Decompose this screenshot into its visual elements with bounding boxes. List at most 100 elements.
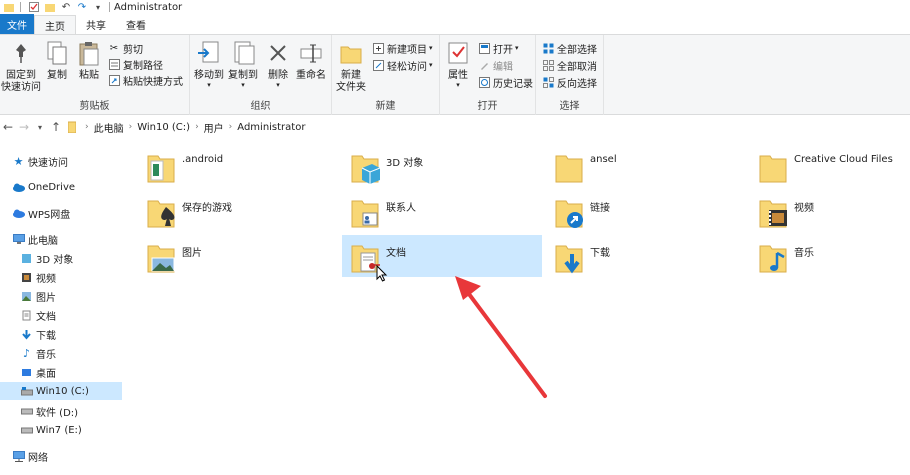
invert-selection-icon [542,76,554,88]
nav-wps[interactable]: WPS网盘 [12,204,70,222]
paste-icon [76,39,102,67]
new-item-button[interactable]: 新建项目 ▾ [372,40,433,56]
nav-desktop[interactable]: 桌面 [20,363,56,381]
invert-selection-button[interactable]: 反向选择 [542,74,597,90]
folder-icon [2,1,16,13]
redo-icon[interactable]: ↷ [75,1,89,13]
edit-button[interactable]: 编辑 [478,57,513,73]
customize-qa-chevron-icon[interactable]: ▾ [91,1,105,13]
nav-videos[interactable]: 视频 [20,268,56,286]
move-to-button[interactable]: 移动到 ▾ [192,39,226,89]
undo-icon[interactable]: ↶ [59,1,73,13]
nav-pictures[interactable]: 图片 [20,287,56,305]
breadcrumb-chevron-icon[interactable]: › [85,122,89,132]
up-arrow-icon[interactable]: ↑ [48,119,64,135]
tab-view[interactable]: 查看 [116,15,156,34]
copy-path-label: 复制路径 [123,60,163,72]
tab-file[interactable]: 文件 [0,14,34,34]
folder-item[interactable]: 3D 对象 [342,145,542,187]
back-arrow-icon[interactable]: ← [0,119,16,135]
nav-drive-e-label: Win7 (E:) [36,424,82,436]
breadcrumb-chevron-icon[interactable]: › [195,122,199,132]
recent-locations-chevron-icon[interactable]: ▾ [32,119,48,135]
folder-name: .android [182,154,224,165]
scissors-icon: ✂ [109,42,119,54]
forward-arrow-icon[interactable]: → [16,119,32,135]
move-to-icon [196,39,222,67]
easy-access-button[interactable]: 轻松访问 ▾ [372,57,433,73]
nav-3d-objects[interactable]: 3D 对象 [20,249,73,267]
nav-network[interactable]: 网络 [12,447,48,465]
properties-button[interactable]: 属性 ▾ [442,39,474,89]
breadcrumb-chevron-icon[interactable]: › [229,122,233,132]
copy-path-button[interactable]: 复制路径 [108,56,163,72]
pin-quick-access-button[interactable]: 固定到 快速访问 [1,39,41,94]
cloud-icon [12,181,25,193]
nav-this-pc[interactable]: 此电脑 [12,230,58,248]
folder-icon [758,148,790,186]
folder-pictures-icon [146,238,178,276]
nav-wps-label: WPS网盘 [28,209,71,221]
tab-home[interactable]: 主页 [34,15,76,34]
nav-documents-label: 文档 [36,311,56,323]
folder-name: 链接 [590,203,610,214]
nav-quick-access[interactable]: ★ 快速访问 [12,152,68,170]
properties-check-icon[interactable] [27,1,41,13]
folder-name: ansel [590,154,617,165]
breadcrumb-this-pc[interactable]: 此电脑 [94,120,124,135]
delete-button[interactable]: 删除 ▾ [264,39,292,89]
open-group-label: 打开 [477,101,498,112]
drive-icon [20,424,33,436]
new-group-label: 新建 [375,101,396,112]
folder-item[interactable]: 图片 [138,235,338,277]
open-button[interactable]: 打开 ▾ [478,40,519,56]
folder-icon [554,148,586,186]
cut-button[interactable]: ✂ 剪切 [108,40,143,56]
copy-to-icon [230,39,256,67]
nav-drive-c[interactable]: Win10 (C:) [0,382,122,400]
copy-to-button[interactable]: 复制到 ▾ [226,39,260,89]
folder-item[interactable]: 下载 [546,235,746,277]
breadcrumb-chevron-icon[interactable]: › [129,122,133,132]
folder-item[interactable]: ansel [546,145,746,187]
rename-button[interactable]: 重命名 [294,39,328,82]
select-none-button[interactable]: 全部取消 [542,57,597,73]
select-all-button[interactable]: 全部选择 [542,40,597,56]
video-icon [20,271,33,283]
folder-item[interactable]: 保存的游戏 [138,190,338,232]
paste-button[interactable]: 粘贴 [74,39,104,82]
nav-drive-d[interactable]: 软件 (D:) [20,402,78,420]
paste-shortcut-button[interactable]: 粘贴快捷方式 [108,72,183,88]
breadcrumb-administrator[interactable]: Administrator [237,122,305,133]
nav-drive-e[interactable]: Win7 (E:) [20,421,82,439]
folder-item[interactable]: .android [138,145,338,187]
navigation-pane: ★ 快速访问 OneDrive WPS网盘 此电脑 3D 对象 视频 图片 文档… [0,140,123,475]
star-icon: ★ [13,154,24,168]
rename-icon [298,39,324,67]
folder-item[interactable]: Creative Cloud Files [750,145,910,187]
breadcrumb-drive-c[interactable]: Win10 (C:) [137,122,190,133]
move-to-chevron-icon: ▾ [207,81,211,89]
new-folder-qa-icon[interactable] [43,1,57,13]
nav-music[interactable]: ♪ 音乐 [20,344,56,362]
folder-item[interactable]: 视频 [750,190,910,232]
nav-onedrive[interactable]: OneDrive [12,178,75,196]
tab-share[interactable]: 共享 [76,15,116,34]
breadcrumb-folder-icon [68,121,76,133]
folder-item[interactable]: 链接 [546,190,746,232]
nav-downloads[interactable]: 下载 [20,325,56,343]
rename-label: 重命名 [296,70,326,81]
breadcrumb-users[interactable]: 用户 [204,120,224,135]
history-button[interactable]: 历史记录 [478,74,533,90]
nav-onedrive-label: OneDrive [28,181,76,193]
nav-music-label: 音乐 [36,349,56,361]
new-folder-label: 新建 文件夹 [336,70,366,93]
nav-documents[interactable]: 文档 [20,306,56,324]
folder-item[interactable]: 联系人 [342,190,542,232]
select-group-label: 选择 [559,101,580,112]
copy-button[interactable]: 复制 [42,39,72,82]
nav-quick-access-label: 快速访问 [28,157,68,169]
new-folder-button[interactable]: 新建 文件夹 [334,39,368,94]
folder-item[interactable]: 音乐 [750,235,910,277]
properties-icon [445,39,471,67]
